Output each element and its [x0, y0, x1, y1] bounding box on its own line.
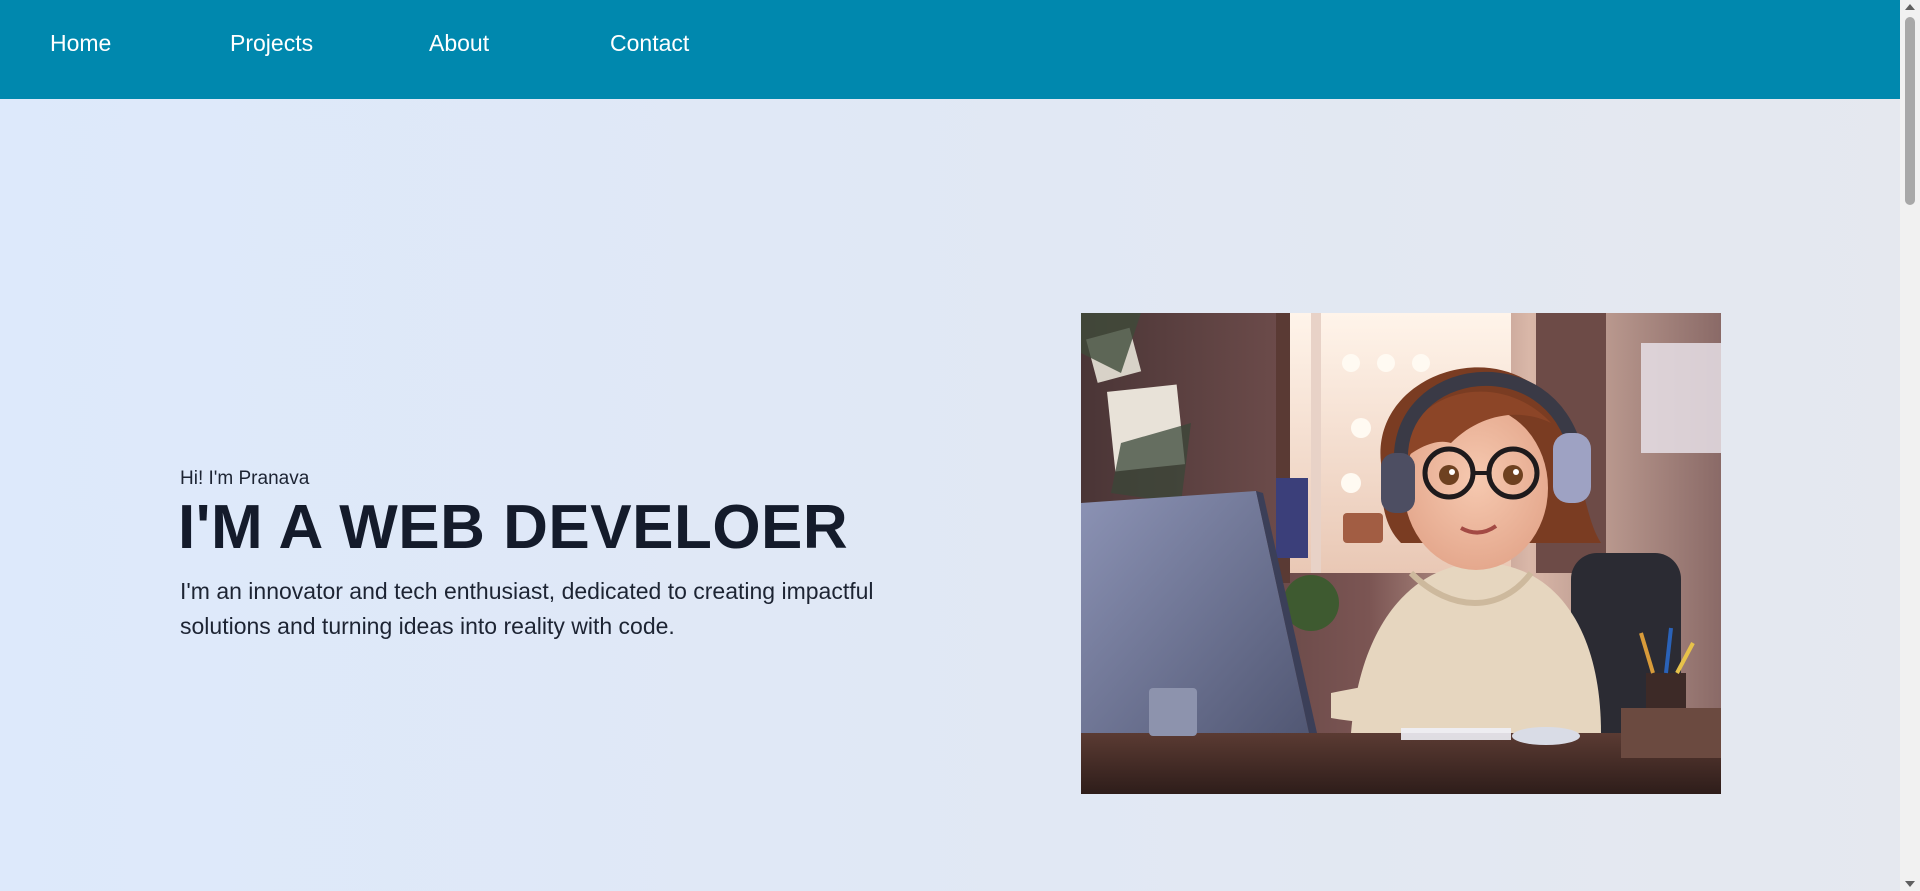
hero-bio: I'm an innovator and tech enthusiast, de… [180, 578, 874, 639]
nav-about-link[interactable]: About [429, 30, 489, 57]
vertical-scrollbar[interactable] [1900, 0, 1920, 891]
top-navbar: Home Projects About Contact [0, 0, 1900, 99]
developer-illustration [1081, 313, 1721, 794]
hero-greeting: Hi! I'm Pranava [180, 468, 310, 489]
hero-headline: I'M A WEB DEVELOER [178, 493, 849, 562]
scroll-up-arrow-icon[interactable] [1905, 4, 1915, 10]
nav-contact-link[interactable]: Contact [610, 30, 689, 57]
scroll-down-arrow-icon[interactable] [1905, 881, 1915, 887]
nav-projects-link[interactable]: Projects [230, 30, 313, 57]
nav-home-link[interactable]: Home [50, 30, 111, 57]
scrollbar-thumb[interactable] [1905, 17, 1915, 205]
